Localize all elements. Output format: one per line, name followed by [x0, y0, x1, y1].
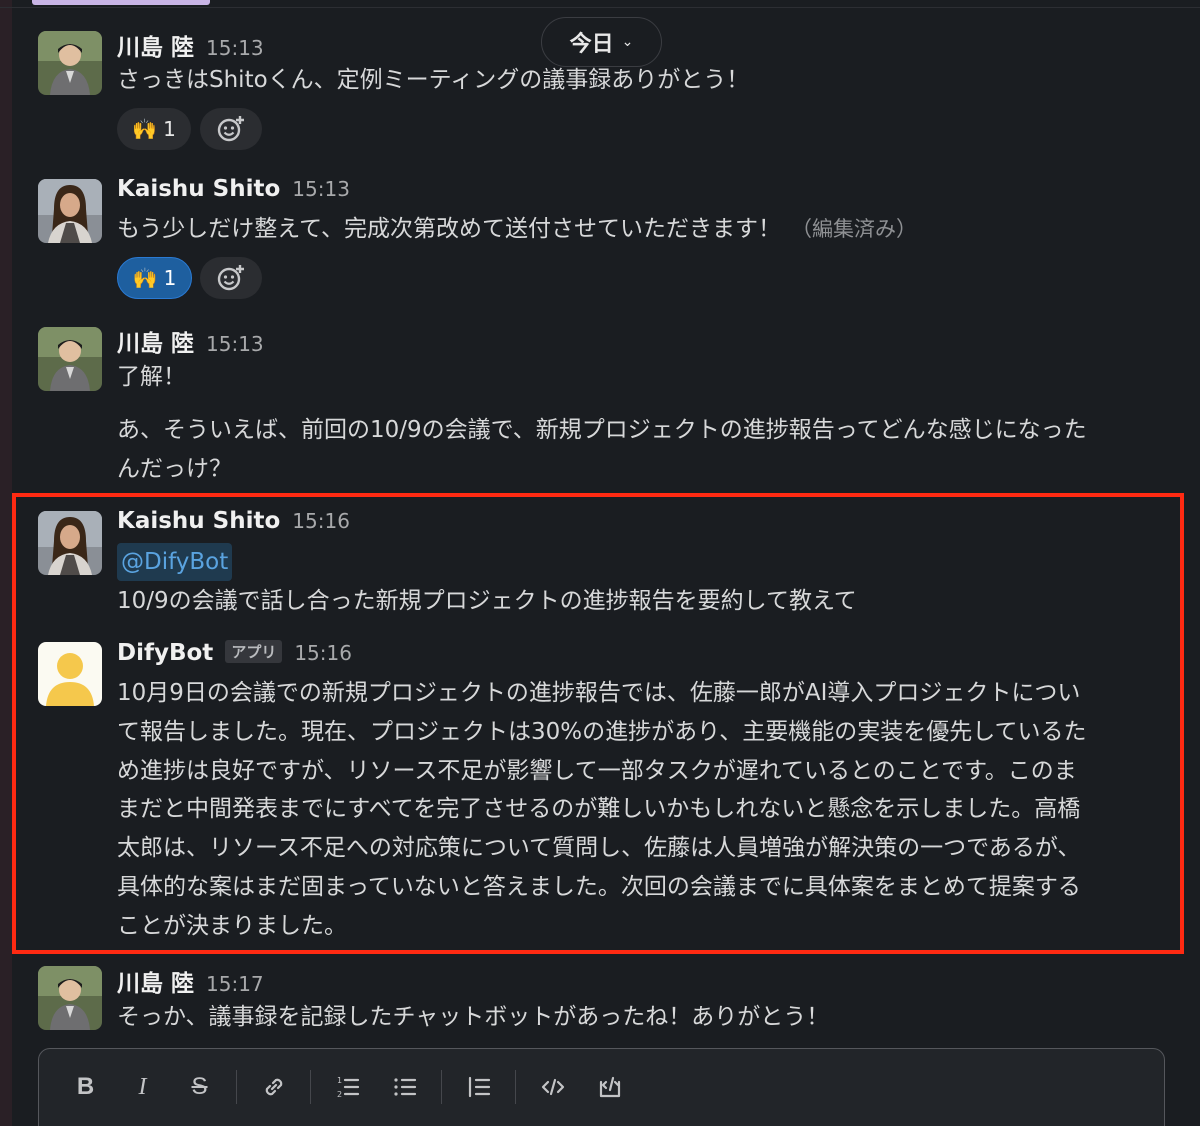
link-icon[interactable]	[245, 1063, 302, 1111]
message-body: もう少しだけ整えて、完成次第改めて送付させていただきます！	[117, 216, 782, 242]
blockquote-icon[interactable]	[450, 1063, 507, 1111]
message-text: そっか、議事録を記録したチャットボットがあったね！ありがとう！	[117, 1004, 830, 1030]
active-tab-indicator	[32, 0, 210, 5]
author-name[interactable]: Kaishu Shito	[117, 508, 280, 534]
message-header: Kaishu Shito 15:13	[117, 176, 350, 202]
author-name[interactable]: DifyBot	[117, 640, 213, 666]
reaction-chip[interactable]: 🙌 1	[117, 108, 191, 150]
chevron-down-icon: ⌄	[621, 34, 634, 50]
mention-difybot[interactable]: @DifyBot	[117, 543, 233, 581]
avatar-shito[interactable]	[38, 179, 102, 243]
add-emoji-icon	[217, 116, 244, 142]
toolbar-divider	[515, 1070, 516, 1104]
message-header: 川島 陸 15:13	[117, 324, 264, 358]
avatar-kawashima[interactable]	[38, 966, 102, 1030]
add-emoji-icon	[217, 265, 244, 291]
timestamp[interactable]: 15:17	[206, 972, 264, 996]
svg-text:1: 1	[337, 1076, 342, 1085]
avatar-difybot[interactable]	[38, 642, 102, 706]
timestamp[interactable]: 15:13	[292, 177, 350, 201]
left-window-edge	[0, 0, 12, 1126]
formatting-toolbar: B I S 1 2	[39, 1049, 1164, 1125]
message-header: 川島 陸 15:13	[117, 28, 264, 62]
svg-text:2: 2	[337, 1090, 342, 1099]
reaction-chip-active[interactable]: 🙌 1	[117, 257, 192, 299]
timestamp[interactable]: 15:13	[206, 332, 264, 356]
toolbar-divider	[236, 1070, 237, 1104]
edited-label: （編集済み）	[791, 217, 918, 241]
avatar-shito[interactable]	[38, 511, 102, 575]
author-name[interactable]: Kaishu Shito	[117, 176, 280, 202]
message-text: 10/9の会議で話し合った新規プロジェクトの進捗報告を要約して教えて	[117, 588, 857, 614]
bold-icon[interactable]: B	[57, 1063, 114, 1111]
strikethrough-icon[interactable]: S	[171, 1063, 228, 1111]
message-text: さっきはShitoくん、定例ミーティングの議事録ありがとう！	[117, 67, 750, 93]
add-reaction-button[interactable]	[200, 257, 262, 299]
ordered-list-icon[interactable]: 1 2	[319, 1063, 376, 1111]
toolbar-divider	[441, 1070, 442, 1104]
code-block-icon[interactable]	[581, 1063, 638, 1111]
bot-text-line: め進捗は良好ですが、リソース不足が影響して一部タスクが遅れているとのことです。こ…	[117, 757, 1077, 784]
bot-text-line: ことが決まりました。	[117, 912, 347, 939]
italic-icon[interactable]: I	[114, 1063, 171, 1111]
message-text: 了解！	[117, 364, 186, 390]
timestamp[interactable]: 15:13	[206, 36, 264, 60]
message-text: もう少しだけ整えて、完成次第改めて送付させていただきます！ （編集済み）	[117, 210, 917, 249]
timestamp[interactable]: 15:16	[294, 641, 352, 665]
author-name[interactable]: 川島 陸	[117, 324, 194, 358]
bulleted-list-icon[interactable]	[376, 1063, 433, 1111]
message-header: 川島 陸 15:17	[117, 964, 264, 998]
message-text: あ、そういえば、前回の10/9の会議で、新規プロジェクトの進捗報告ってどんな感じ…	[117, 417, 1087, 443]
bot-text-line: まだと中間発表までにすべてを完了させるのが難しいかもしれないと懸念を示しました。…	[117, 796, 1081, 823]
app-badge: アプリ	[225, 640, 283, 663]
date-label: 今日	[569, 32, 614, 57]
bot-text-line: 太郎は、リソース不足への対応策について質問し、佐藤は人員増強が解決策の一つである…	[117, 835, 1081, 862]
avatar-kawashima[interactable]	[38, 327, 102, 391]
timestamp[interactable]: 15:16	[292, 509, 350, 533]
add-reaction-button[interactable]	[200, 108, 262, 150]
author-name[interactable]: 川島 陸	[117, 964, 194, 998]
bot-text-line: 10月9日の会議での新規プロジェクトの進捗報告では、佐藤一郎がAI導入プロジェク…	[117, 680, 1081, 706]
date-divider-button[interactable]: 今日 ⌄	[541, 17, 662, 67]
toolbar-divider	[310, 1070, 311, 1104]
message-text: んだっけ？	[117, 456, 232, 482]
bot-message-text: 10月9日の会議での新規プロジェクトの進捗報告では、佐藤一郎がAI導入プロジェク…	[117, 674, 1167, 946]
reaction-count: 1	[163, 266, 177, 290]
message-composer[interactable]: B I S 1 2	[38, 1048, 1165, 1126]
code-icon[interactable]	[524, 1063, 581, 1111]
bot-text-line: て報告しました。現在、プロジェクトは30%の進捗があり、主要機能の実装を優先して…	[117, 718, 1087, 745]
bot-text-line: 具体的な案はまだ固まっていないと答えました。次回の会議までに具体案をまとめて提案…	[117, 873, 1081, 900]
reaction-count: 1	[163, 117, 176, 141]
avatar-kawashima[interactable]	[38, 31, 102, 95]
message-header: Kaishu Shito 15:16	[117, 508, 350, 534]
message-header: DifyBot アプリ 15:16	[117, 640, 352, 666]
author-name[interactable]: 川島 陸	[117, 28, 194, 62]
raised-hands-emoji: 🙌	[132, 117, 158, 141]
raised-hands-emoji: 🙌	[132, 266, 158, 290]
